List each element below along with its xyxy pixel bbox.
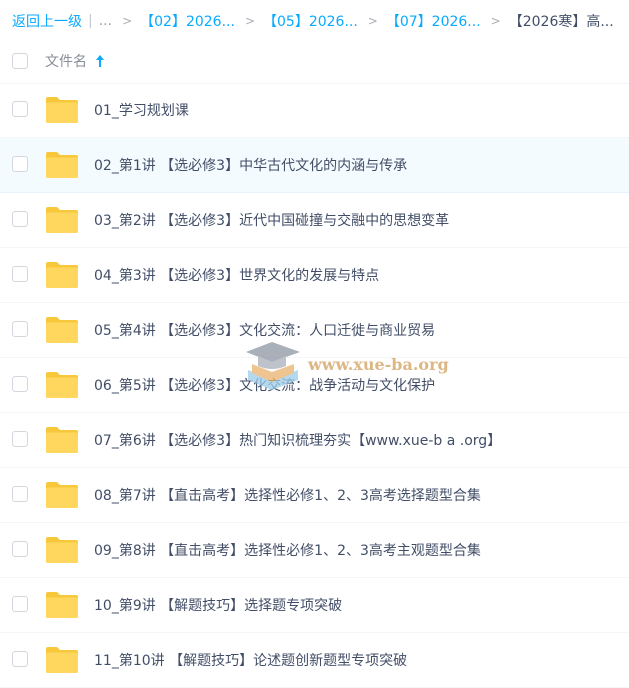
chevron-right-icon: > [122, 14, 133, 28]
file-name[interactable]: 02_第1讲 【选必修3】中华古代文化的内涵与传承 [94, 155, 407, 175]
select-all-checkbox[interactable] [12, 53, 28, 69]
folder-icon[interactable] [45, 591, 79, 619]
file-row[interactable]: 09_第8讲 【直击高考】选择性必修1、2、3高考主观题型合集 [0, 523, 629, 578]
row-checkbox[interactable] [12, 321, 28, 337]
folder-icon[interactable] [45, 371, 79, 399]
file-row[interactable]: 01_学习规划课 [0, 83, 629, 138]
breadcrumb-current: 【2026寒】高... [508, 14, 614, 30]
folder-icon[interactable] [45, 151, 79, 179]
file-row[interactable]: 04_第3讲 【选必修3】世界文化的发展与特点 [0, 248, 629, 303]
breadcrumb-ellipsis[interactable]: ... [99, 13, 112, 29]
file-row[interactable]: 03_第2讲 【选必修3】近代中国碰撞与交融中的思想变革 [0, 193, 629, 248]
folder-icon[interactable] [45, 536, 79, 564]
column-header-label: 文件名 [45, 54, 87, 70]
back-link[interactable]: 返回上一级 [12, 11, 82, 31]
row-checkbox[interactable] [12, 266, 28, 282]
file-name[interactable]: 11_第10讲 【解题技巧】论述题创新题型专项突破 [94, 650, 407, 670]
row-checkbox[interactable] [12, 211, 28, 227]
row-checkbox[interactable] [12, 486, 28, 502]
sort-ascending-icon [96, 55, 104, 67]
file-list: 01_学习规划课 02_第1讲 【选必修3】中华古代文化的内涵与传承 03_第2讲 … [0, 83, 629, 688]
row-checkbox[interactable] [12, 156, 28, 172]
chevron-right-icon: > [244, 14, 255, 28]
folder-icon[interactable] [45, 96, 79, 124]
file-row[interactable]: 08_第7讲 【直击高考】选择性必修1、2、3高考选择题型合集 [0, 468, 629, 523]
file-row[interactable]: 02_第1讲 【选必修3】中华古代文化的内涵与传承 [0, 138, 629, 193]
file-list-header: 文件名 [0, 39, 629, 84]
breadcrumb: 返回上一级 | ... > 【02】2026... > 【05】2026... … [12, 10, 614, 32]
chevron-right-icon: > [490, 14, 501, 28]
row-checkbox[interactable] [12, 651, 28, 667]
folder-icon[interactable] [45, 646, 79, 674]
file-row[interactable]: 11_第10讲 【解题技巧】论述题创新题型专项突破 [0, 633, 629, 688]
breadcrumb-link[interactable]: 【05】2026... [263, 11, 358, 31]
breadcrumb-link[interactable]: 【02】2026... [140, 11, 235, 31]
folder-icon[interactable] [45, 261, 79, 289]
file-name[interactable]: 05_第4讲 【选必修3】文化交流：人口迁徙与商业贸易 [94, 320, 435, 340]
file-name[interactable]: 06_第5讲 【选必修3】文化交流：战争活动与文化保护 [94, 375, 435, 395]
folder-icon[interactable] [45, 316, 79, 344]
folder-icon[interactable] [45, 206, 79, 234]
row-checkbox[interactable] [12, 541, 28, 557]
row-checkbox[interactable] [12, 431, 28, 447]
file-name[interactable]: 07_第6讲 【选必修3】热门知识梳理夯实【www.xue-b a .org】 [94, 430, 501, 450]
row-checkbox[interactable] [12, 101, 28, 117]
file-name[interactable]: 09_第8讲 【直击高考】选择性必修1、2、3高考主观题型合集 [94, 540, 481, 560]
folder-icon[interactable] [45, 481, 79, 509]
file-row[interactable]: 05_第4讲 【选必修3】文化交流：人口迁徙与商业贸易 [0, 303, 629, 358]
breadcrumb-link[interactable]: 【07】2026... [386, 11, 481, 31]
file-name[interactable]: 10_第9讲 【解题技巧】选择题专项突破 [94, 595, 342, 615]
sort-by-name-button[interactable]: 文件名 [45, 51, 105, 71]
breadcrumb-separator: | [88, 13, 93, 29]
file-name[interactable]: 08_第7讲 【直击高考】选择性必修1、2、3高考选择题型合集 [94, 485, 481, 505]
file-name[interactable]: 03_第2讲 【选必修3】近代中国碰撞与交融中的思想变革 [94, 210, 449, 230]
file-row[interactable]: 10_第9讲 【解题技巧】选择题专项突破 [0, 578, 629, 633]
row-checkbox[interactable] [12, 596, 28, 612]
file-row[interactable]: 06_第5讲 【选必修3】文化交流：战争活动与文化保护 [0, 358, 629, 413]
file-row[interactable]: 07_第6讲 【选必修3】热门知识梳理夯实【www.xue-b a .org】 [0, 413, 629, 468]
row-checkbox[interactable] [12, 376, 28, 392]
file-name[interactable]: 01_学习规划课 [94, 100, 189, 120]
folder-icon[interactable] [45, 426, 79, 454]
chevron-right-icon: > [367, 14, 378, 28]
file-name[interactable]: 04_第3讲 【选必修3】世界文化的发展与特点 [94, 265, 379, 285]
